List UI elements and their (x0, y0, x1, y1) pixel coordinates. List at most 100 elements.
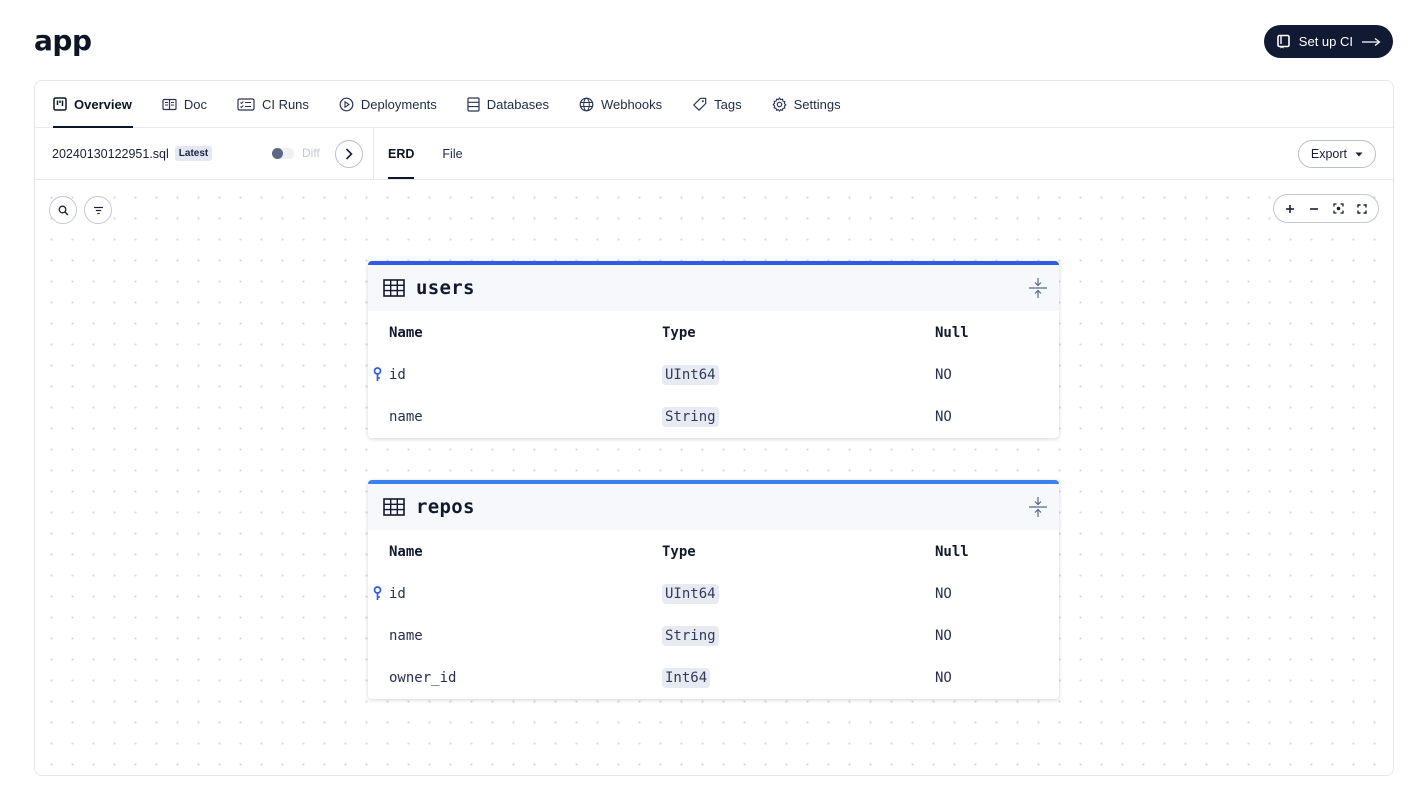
tab-databases[interactable]: Databases (452, 81, 564, 127)
field-null: NO (935, 409, 952, 425)
project-card: Overview Doc CI Runs Deployments Databas… (34, 80, 1394, 776)
minus-icon (1310, 207, 1318, 210)
play-circle-icon (339, 97, 354, 111)
nav-tabs: Overview Doc CI Runs Deployments Databas… (35, 81, 1393, 128)
diff-label: Diff (302, 146, 320, 160)
gear-icon (772, 96, 787, 112)
tab-label: Deployments (360, 96, 437, 112)
collapse-button[interactable] (1027, 496, 1049, 518)
tab-label: CI Runs (261, 96, 309, 112)
collapse-icon (1029, 497, 1047, 517)
table-header: users (368, 265, 1059, 311)
table-icon (383, 279, 405, 297)
overview-icon (53, 97, 67, 111)
chevron-right-icon (345, 148, 353, 160)
book-icon (1276, 34, 1290, 49)
tab-label: Tags (714, 96, 742, 112)
tab-overview[interactable]: Overview (53, 81, 147, 128)
table-row[interactable]: id UInt64 NO (368, 354, 1059, 396)
export-label: Export (1310, 147, 1347, 161)
tab-tags[interactable]: Tags (677, 81, 756, 127)
field-null: NO (935, 628, 952, 644)
tab-ci-runs[interactable]: CI Runs (222, 81, 324, 127)
fit-view-icon (1332, 203, 1344, 214)
table-row[interactable]: id UInt64 NO (368, 573, 1059, 615)
tag-icon (693, 97, 707, 111)
field-name: name (389, 628, 423, 644)
table-header: repos (368, 484, 1059, 530)
search-icon (58, 205, 68, 215)
field-type: UInt64 (662, 584, 719, 604)
header-name: Name (389, 543, 423, 560)
collapse-button[interactable] (1027, 277, 1049, 299)
fullscreen-icon (1357, 203, 1367, 214)
search-button[interactable] (49, 196, 77, 224)
column-header-row: Name Type Null (368, 530, 1059, 573)
field-type: String (662, 626, 719, 646)
tab-label: Doc (183, 96, 207, 112)
field-null: NO (935, 670, 952, 686)
header-type: Type (662, 324, 696, 341)
zoom-controls (1273, 194, 1379, 223)
file-selector: 20240130122951.sql Latest Diff (35, 128, 374, 179)
table-name: users (416, 277, 475, 299)
erd-canvas[interactable]: users Name Type Null id UInt64 NO name S… (35, 181, 1393, 775)
setup-ci-button[interactable]: Set up CI (1263, 25, 1393, 58)
tab-doc[interactable]: Doc (147, 81, 222, 127)
tab-webhooks[interactable]: Webhooks (564, 81, 677, 127)
app-title: app (34, 24, 92, 57)
diff-toggle-knob (272, 148, 283, 159)
column-header-row: Name Type Null (368, 311, 1059, 354)
arrow-right-icon (1362, 37, 1381, 46)
filter-icon (93, 206, 103, 214)
schema-toolbar: 20240130122951.sql Latest Diff ERD File … (35, 128, 1393, 180)
field-name: name (389, 409, 423, 425)
table-node-users[interactable]: users Name Type Null id UInt64 NO name S… (368, 261, 1059, 438)
view-tabs: ERD File (374, 128, 491, 179)
diff-toggle[interactable] (272, 148, 294, 159)
key-icon (373, 586, 382, 600)
file-name[interactable]: 20240130122951.sql (52, 147, 169, 161)
export-button[interactable]: Export (1297, 140, 1376, 168)
setup-ci-label: Set up CI (1298, 34, 1353, 49)
table-node-repos[interactable]: repos Name Type Null id UInt64 NO name S… (368, 480, 1059, 699)
field-type: UInt64 (662, 365, 719, 385)
table-row[interactable]: name String NO (368, 615, 1059, 657)
next-button[interactable] (335, 140, 363, 168)
latest-badge: Latest (174, 146, 213, 161)
doc-icon (162, 98, 177, 110)
tab-settings[interactable]: Settings (757, 81, 856, 127)
tab-deployments[interactable]: Deployments (324, 81, 452, 127)
header-type: Type (662, 543, 696, 560)
tab-label: Settings (793, 96, 841, 112)
collapse-icon (1029, 278, 1047, 298)
filter-button[interactable] (84, 196, 112, 224)
table-row[interactable]: name String NO (368, 396, 1059, 438)
table-row[interactable]: owner_id Int64 NO (368, 657, 1059, 699)
tab-label: Webhooks (600, 96, 663, 112)
checklist-icon (237, 97, 255, 111)
globe-icon (579, 97, 594, 111)
database-icon (467, 96, 480, 112)
field-name: id (389, 586, 406, 602)
field-null: NO (935, 367, 952, 383)
tab-erd[interactable]: ERD (388, 128, 428, 179)
tab-label: Overview (74, 96, 132, 112)
field-name: id (389, 367, 406, 383)
table-name: repos (416, 496, 475, 518)
plus-icon (1286, 204, 1294, 213)
key-icon (373, 367, 382, 381)
zoom-out-button[interactable] (1302, 195, 1326, 222)
caret-down-icon (1355, 152, 1363, 156)
table-icon (383, 498, 405, 516)
field-name: owner_id (389, 670, 457, 686)
header-name: Name (389, 324, 423, 341)
fit-view-button[interactable] (1326, 195, 1350, 222)
tab-label: Databases (486, 96, 549, 112)
fullscreen-button[interactable] (1350, 195, 1374, 222)
zoom-in-button[interactable] (1278, 195, 1302, 222)
header-null: Null (935, 543, 969, 560)
tab-file[interactable]: File (442, 128, 476, 179)
field-null: NO (935, 586, 952, 602)
field-type: Int64 (662, 668, 711, 688)
